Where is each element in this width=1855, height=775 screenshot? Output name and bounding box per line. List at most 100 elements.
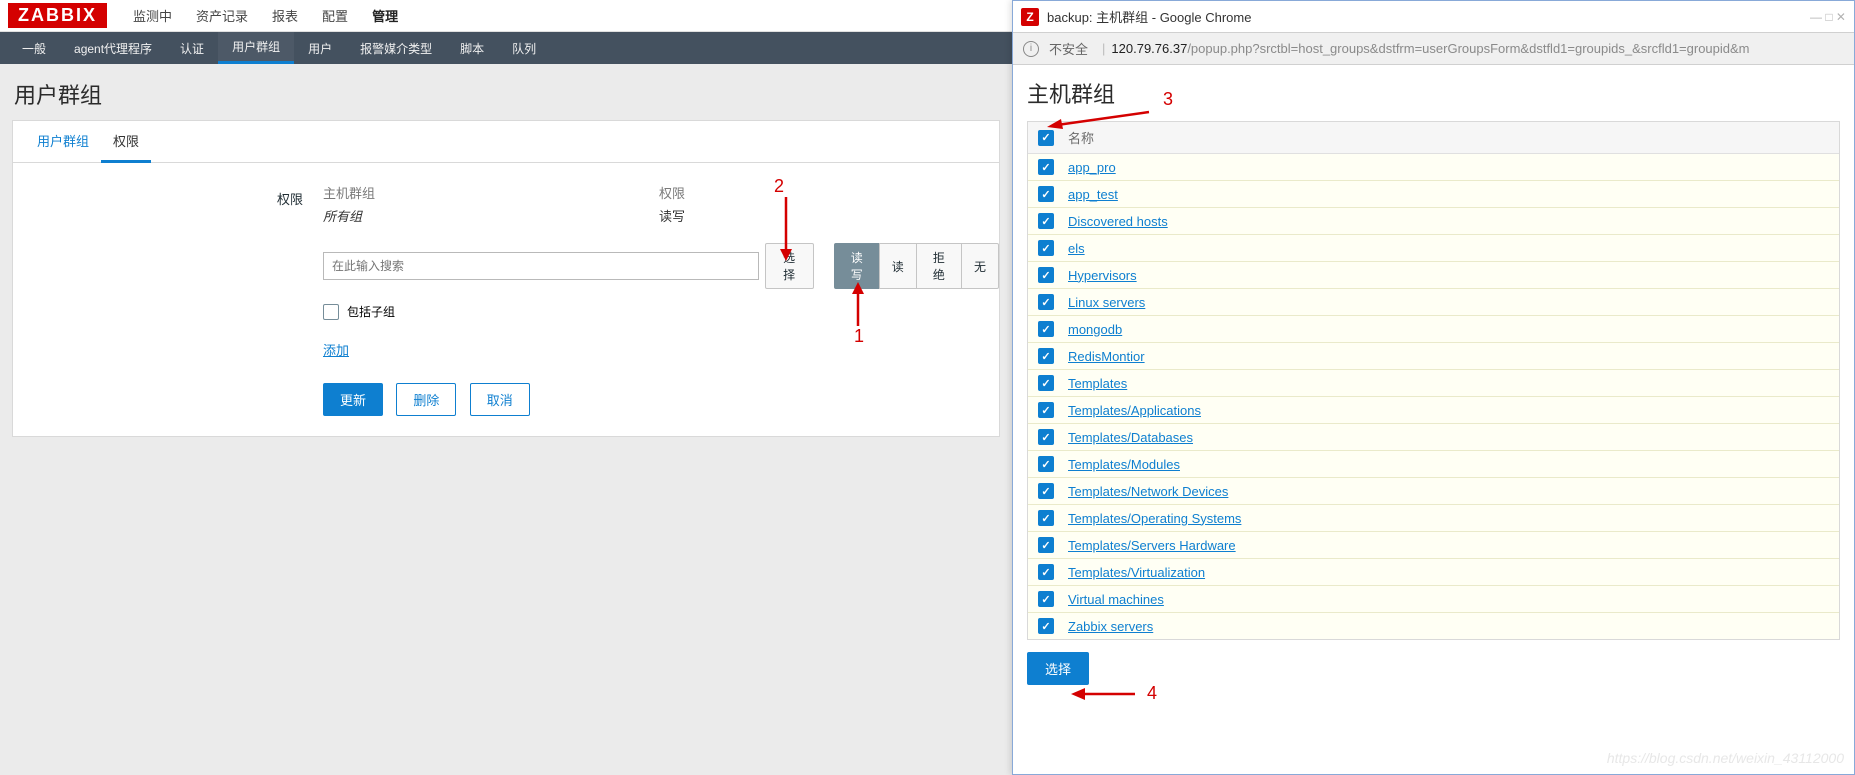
hostgroup-name-link[interactable]: els [1068, 241, 1085, 256]
hostgroup-name-link[interactable]: app_pro [1068, 160, 1116, 175]
hostgroup-name-link[interactable]: Virtual machines [1068, 592, 1164, 607]
hostgroup-checkbox[interactable] [1038, 483, 1054, 499]
readwrite-button[interactable]: 读写 [834, 243, 880, 289]
hostgroup-name-link[interactable]: app_test [1068, 187, 1118, 202]
hostgroup-row: Templates/Databases [1028, 424, 1839, 451]
sub-nav-item[interactable]: 脚本 [446, 32, 498, 64]
hostgroup-name-link[interactable]: Zabbix servers [1068, 619, 1153, 634]
hostgroup-row: Linux servers [1028, 289, 1839, 316]
window-controls[interactable]: — □ ✕ [1810, 10, 1846, 24]
none-button[interactable]: 无 [961, 243, 999, 289]
hostgroup-row: Hypervisors [1028, 262, 1839, 289]
sub-nav-item[interactable]: 队列 [498, 32, 550, 64]
hostgroup-checkbox[interactable] [1038, 510, 1054, 526]
hostgroup-checkbox[interactable] [1038, 159, 1054, 175]
hostgroup-name-link[interactable]: Templates/Network Devices [1068, 484, 1228, 499]
popup-title: 主机群组 [1027, 77, 1840, 109]
hostgroup-name-link[interactable]: Templates/Databases [1068, 430, 1193, 445]
top-nav-item[interactable]: 监测中 [121, 0, 184, 32]
hostgroup-name-link[interactable]: Templates/Modules [1068, 457, 1180, 472]
select-all-checkbox[interactable] [1038, 130, 1054, 146]
read-button[interactable]: 读 [879, 243, 917, 289]
tab-item[interactable]: 用户群组 [25, 121, 101, 162]
hostgroup-checkbox[interactable] [1038, 564, 1054, 580]
hostgroup-name-link[interactable]: Templates/Virtualization [1068, 565, 1205, 580]
cancel-button[interactable]: 取消 [470, 383, 530, 416]
hostgroup-row: Templates/Network Devices [1028, 478, 1839, 505]
hostgroup-checkbox[interactable] [1038, 186, 1054, 202]
hostgroup-checkbox[interactable] [1038, 294, 1054, 310]
hostgroup-name-link[interactable]: RedisMontior [1068, 349, 1145, 364]
hostgroup-checkbox[interactable] [1038, 618, 1054, 634]
hostgroup-checkbox[interactable] [1038, 240, 1054, 256]
confirm-select-button[interactable]: 选择 [1027, 652, 1089, 685]
sub-nav-item[interactable]: 用户 [294, 32, 346, 64]
hostgroup-column-header: 主机群组 [323, 183, 659, 202]
hostgroup-checkbox[interactable] [1038, 213, 1054, 229]
search-input[interactable] [323, 252, 759, 280]
zabbix-logo[interactable]: ZABBIX [8, 3, 107, 28]
info-icon[interactable]: i [1023, 41, 1039, 57]
popup-content: 主机群组 名称 app_pro app_test Discovered hosts e… [1013, 65, 1854, 697]
hostgroup-row: Templates/Operating Systems [1028, 505, 1839, 532]
hostgroup-checkbox[interactable] [1038, 537, 1054, 553]
hostgroup-row: Templates/Servers Hardware [1028, 532, 1839, 559]
insecure-label: 不安全 [1049, 39, 1088, 58]
page-area: 用户群组 用户群组权限 权限 主机群组 权限 所有组 读写 [0, 64, 1012, 449]
deny-button[interactable]: 拒绝 [916, 243, 962, 289]
action-row: 更新 删除 取消 [13, 383, 999, 416]
sub-nav-item[interactable]: 一般 [8, 32, 60, 64]
sub-nav-item[interactable]: agent代理程序 [60, 32, 166, 64]
chrome-window-title: backup: 主机群组 - Google Chrome [1047, 7, 1251, 26]
include-subgroups-label: 包括子组 [347, 303, 395, 320]
top-nav-item[interactable]: 资产记录 [184, 0, 260, 32]
update-button[interactable]: 更新 [323, 383, 383, 416]
url-separator: | [1102, 41, 1105, 56]
hostgroup-row: Templates/Modules [1028, 451, 1839, 478]
add-link[interactable]: 添加 [323, 340, 349, 359]
hostgroup-row: app_test [1028, 181, 1839, 208]
hostgroup-checkbox[interactable] [1038, 402, 1054, 418]
hostgroup-name-link[interactable]: Templates [1068, 376, 1127, 391]
hostgroup-row: Discovered hosts [1028, 208, 1839, 235]
name-column-header: 名称 [1068, 128, 1094, 147]
hostgroup-row: app_pro [1028, 154, 1839, 181]
url-bar[interactable]: i 不安全 | 120.79.76.37/popup.php?srctbl=ho… [1013, 33, 1854, 65]
hostgroup-checkbox[interactable] [1038, 375, 1054, 391]
hostgroup-checkbox[interactable] [1038, 321, 1054, 337]
chrome-popup-window: Z backup: 主机群组 - Google Chrome — □ ✕ i 不… [1012, 0, 1855, 775]
page-title: 用户群组 [14, 78, 1000, 110]
hostgroup-checkbox[interactable] [1038, 348, 1054, 364]
hostgroup-checkbox[interactable] [1038, 267, 1054, 283]
hostgroup-name-link[interactable]: Linux servers [1068, 295, 1145, 310]
delete-button[interactable]: 删除 [396, 383, 456, 416]
sub-nav-item[interactable]: 用户群组 [218, 32, 294, 64]
top-nav-item[interactable]: 报表 [260, 0, 310, 32]
hostgroup-checkbox[interactable] [1038, 591, 1054, 607]
hostgroup-row: Templates/Applications [1028, 397, 1839, 424]
hostgroup-checkbox[interactable] [1038, 429, 1054, 445]
url-host: 120.79.76.37 [1111, 41, 1187, 56]
hostgroup-list: 名称 app_pro app_test Discovered hosts els Hyp… [1027, 121, 1840, 640]
hostgroup-name-link[interactable]: mongodb [1068, 322, 1122, 337]
hostgroup-name-link[interactable]: Templates/Operating Systems [1068, 511, 1241, 526]
include-subgroups-checkbox[interactable] [323, 304, 339, 320]
tab-item[interactable]: 权限 [101, 121, 151, 163]
hostgroup-name-link[interactable]: Hypervisors [1068, 268, 1137, 283]
content-box: 用户群组权限 权限 主机群组 权限 所有组 读写 [12, 120, 1000, 437]
sub-nav-item[interactable]: 认证 [166, 32, 218, 64]
hostgroup-name-link[interactable]: Templates/Applications [1068, 403, 1201, 418]
url-path: /popup.php?srctbl=host_groups&dstfrm=use… [1187, 41, 1749, 56]
hostgroup-name-link[interactable]: Templates/Servers Hardware [1068, 538, 1236, 553]
hostgroup-name-link[interactable]: Discovered hosts [1068, 214, 1168, 229]
top-nav-item[interactable]: 配置 [310, 0, 360, 32]
select-button[interactable]: 选择 [765, 243, 814, 289]
top-nav-item[interactable]: 管理 [360, 0, 410, 32]
hostgroup-row: RedisMontior [1028, 343, 1839, 370]
hostgroup-checkbox[interactable] [1038, 456, 1054, 472]
hostgroup-row: Templates/Virtualization [1028, 559, 1839, 586]
form-area: 权限 主机群组 权限 所有组 读写 选择 [13, 163, 999, 436]
sub-nav-item[interactable]: 报警媒介类型 [346, 32, 446, 64]
permission-label: 权限 [13, 183, 323, 208]
hostgroup-row: Virtual machines [1028, 586, 1839, 613]
